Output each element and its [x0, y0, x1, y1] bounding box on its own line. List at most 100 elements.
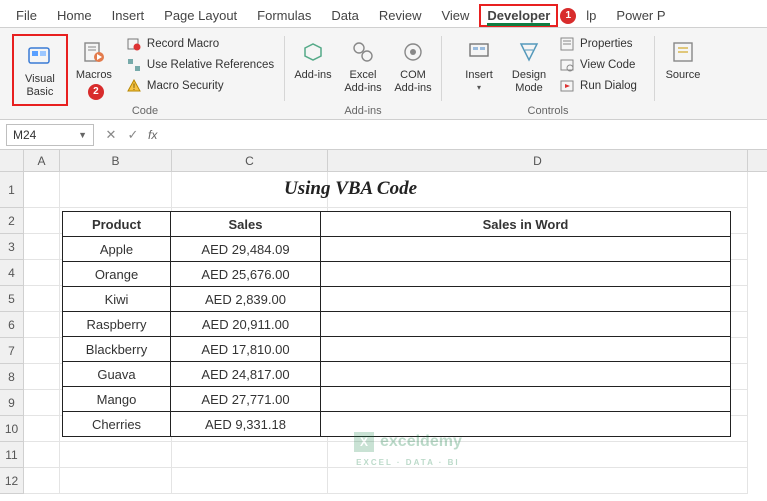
macro-security-icon: !	[126, 78, 142, 94]
com-addins-button[interactable]: COM Add-ins	[389, 34, 437, 98]
header-sales-word[interactable]: Sales in Word	[321, 212, 731, 237]
ribbon-tabs: File Home Insert Page Layout Formulas Da…	[0, 0, 767, 28]
row-header[interactable]: 4	[0, 260, 23, 286]
formula-input[interactable]	[161, 124, 767, 146]
fx-icon[interactable]: fx	[148, 128, 157, 142]
tab-help[interactable]: lp	[576, 4, 606, 27]
cell-product[interactable]: Orange	[63, 262, 171, 287]
cell-product[interactable]: Kiwi	[63, 287, 171, 312]
cell-sales[interactable]: AED 25,676.00	[171, 262, 321, 287]
cell-product[interactable]: Raspberry	[63, 312, 171, 337]
view-code-label: View Code	[580, 59, 635, 71]
tab-developer[interactable]: Developer	[479, 4, 558, 27]
tab-home[interactable]: Home	[47, 4, 102, 27]
row-header[interactable]: 7	[0, 338, 23, 364]
col-header-b[interactable]: B	[60, 150, 172, 171]
header-product[interactable]: Product	[63, 212, 171, 237]
cell-word[interactable]	[321, 262, 731, 287]
row-header[interactable]: 10	[0, 416, 23, 442]
row-header[interactable]: 6	[0, 312, 23, 338]
visual-basic-icon	[26, 42, 54, 70]
tab-power[interactable]: Power P	[606, 4, 675, 27]
record-macro-label: Record Macro	[147, 38, 219, 50]
row-header[interactable]: 3	[0, 234, 23, 260]
addins-button[interactable]: Add-ins	[289, 34, 337, 86]
cell-product[interactable]: Cherries	[63, 412, 171, 437]
view-code-button[interactable]: View Code	[555, 55, 641, 75]
cells-area[interactable]: Using VBA Code Product Sales Sales in Wo…	[24, 172, 767, 494]
row-header[interactable]: 12	[0, 468, 23, 494]
table-row: AppleAED 29,484.09	[63, 237, 731, 262]
record-macro-icon	[126, 36, 142, 52]
tab-view[interactable]: View	[431, 4, 479, 27]
row-header[interactable]: 8	[0, 364, 23, 390]
row-header[interactable]: 11	[0, 442, 23, 468]
macro-security-button[interactable]: ! Macro Security	[122, 76, 278, 96]
design-mode-button[interactable]: Design Mode	[505, 34, 553, 98]
source-button[interactable]: Source	[659, 34, 707, 86]
design-mode-label: Design Mode	[507, 69, 551, 94]
macros-button[interactable]: Macros 2 ▾	[70, 34, 118, 96]
insert-control-button[interactable]: Insert ▾	[455, 34, 503, 96]
cancel-formula-icon[interactable]: ✕	[100, 127, 122, 143]
column-headers: A B C D	[24, 150, 767, 172]
visual-basic-button[interactable]: Visual Basic	[16, 38, 64, 102]
tab-data[interactable]: Data	[321, 4, 368, 27]
cell-product[interactable]: Blackberry	[63, 337, 171, 362]
row-header[interactable]: 5	[0, 286, 23, 312]
row-header[interactable]: 1	[0, 172, 23, 208]
cell-word[interactable]	[321, 312, 731, 337]
macro-security-label: Macro Security	[147, 80, 224, 92]
row-header[interactable]: 2	[0, 208, 23, 234]
design-mode-icon	[515, 38, 543, 66]
cell-product[interactable]: Guava	[63, 362, 171, 387]
properties-button[interactable]: Properties	[555, 34, 641, 54]
record-macro-button[interactable]: Record Macro	[122, 34, 278, 54]
tab-formulas[interactable]: Formulas	[247, 4, 321, 27]
chevron-down-icon: ▾	[477, 83, 481, 92]
worksheet[interactable]: 1 2 3 4 5 6 7 8 9 10 11 12 Using VBA Cod…	[0, 172, 767, 494]
com-addins-icon	[399, 38, 427, 66]
cell-word[interactable]	[321, 362, 731, 387]
cell-word[interactable]	[321, 237, 731, 262]
cell-word[interactable]	[321, 337, 731, 362]
tab-file[interactable]: File	[6, 4, 47, 27]
tab-page-layout[interactable]: Page Layout	[154, 4, 247, 27]
svg-text:!: !	[133, 82, 136, 92]
cell-word[interactable]	[321, 287, 731, 312]
insert-control-label: Insert	[465, 69, 493, 82]
tab-review[interactable]: Review	[369, 4, 432, 27]
cell-sales[interactable]: AED 27,771.00	[171, 387, 321, 412]
cell-sales[interactable]: AED 24,817.00	[171, 362, 321, 387]
group-code-label: Code	[6, 105, 284, 117]
cell-sales[interactable]: AED 2,839.00	[171, 287, 321, 312]
excel-addins-button[interactable]: Excel Add-ins	[339, 34, 387, 98]
select-all-corner[interactable]	[0, 150, 24, 172]
name-box[interactable]: M24 ▼	[6, 124, 94, 146]
cell-sales[interactable]: AED 20,911.00	[171, 312, 321, 337]
cell-sales[interactable]: AED 17,810.00	[171, 337, 321, 362]
cell-sales[interactable]: AED 29,484.09	[171, 237, 321, 262]
watermark-sub: EXCEL · DATA · BI	[356, 458, 459, 467]
table-header-row: Product Sales Sales in Word	[63, 212, 731, 237]
col-header-a[interactable]: A	[24, 150, 60, 171]
header-sales[interactable]: Sales	[171, 212, 321, 237]
insert-control-icon	[465, 38, 493, 66]
callout-1: 1	[560, 8, 576, 24]
cell-product[interactable]: Mango	[63, 387, 171, 412]
ribbon: Visual Basic Macros 2 ▾ Record Macro Use	[0, 28, 767, 120]
callout-2: 2	[88, 84, 104, 100]
use-relative-button[interactable]: Use Relative References	[122, 55, 278, 75]
group-addins-label: Add-ins	[285, 105, 441, 117]
col-header-c[interactable]: C	[172, 150, 328, 171]
run-dialog-button[interactable]: Run Dialog	[555, 76, 641, 96]
table-row: MangoAED 27,771.00	[63, 387, 731, 412]
enter-formula-icon[interactable]: ✓	[122, 127, 144, 143]
cell-product[interactable]: Apple	[63, 237, 171, 262]
com-addins-label: COM Add-ins	[391, 69, 435, 94]
tab-insert[interactable]: Insert	[102, 4, 155, 27]
col-header-d[interactable]: D	[328, 150, 748, 171]
cell-word[interactable]	[321, 387, 731, 412]
cell-sales[interactable]: AED 9,331.18	[171, 412, 321, 437]
row-header[interactable]: 9	[0, 390, 23, 416]
